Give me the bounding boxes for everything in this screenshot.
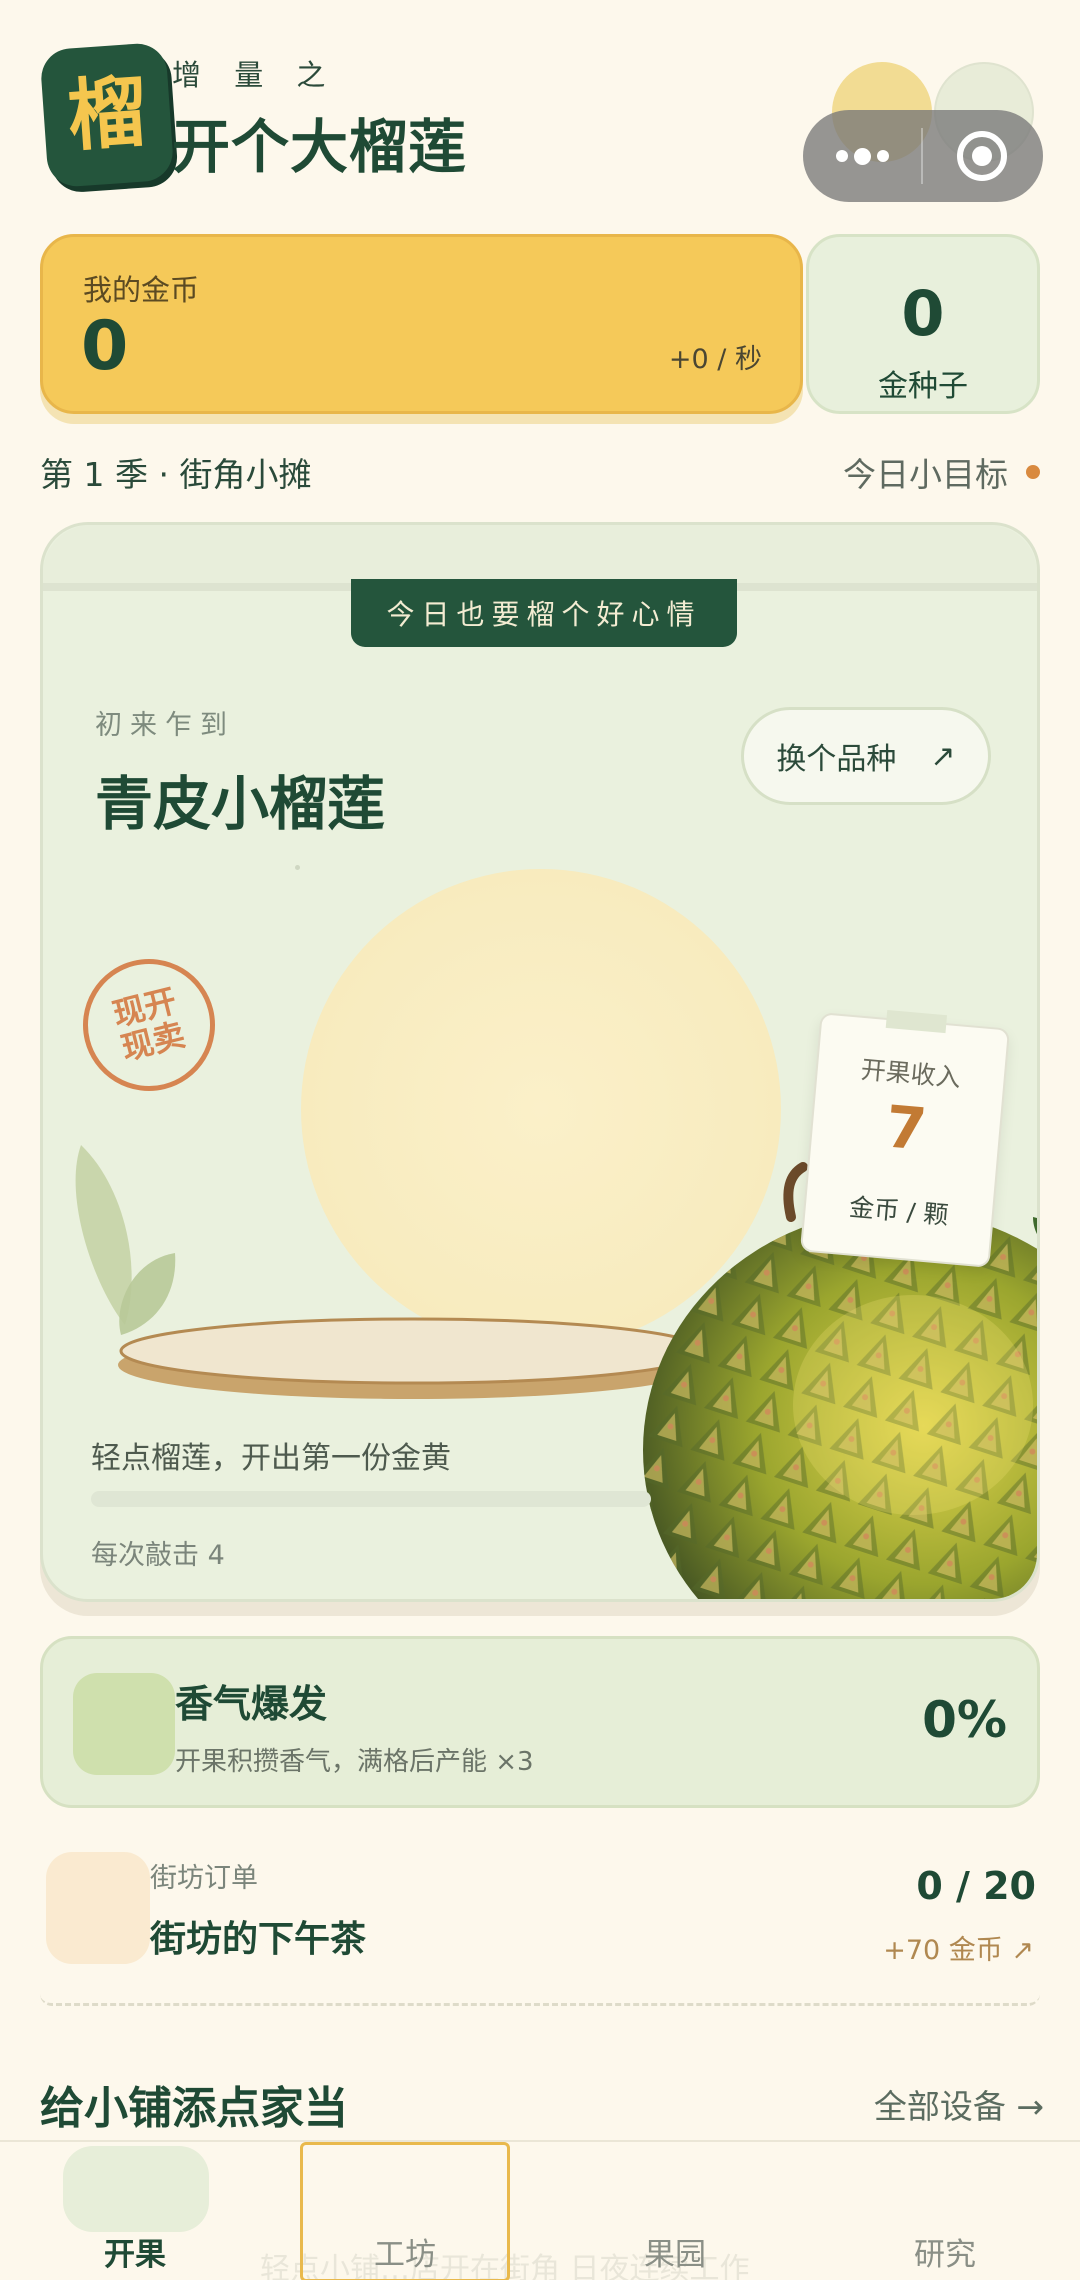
logo-character: 榴 — [64, 67, 150, 163]
fresh-stamp: 现开 现卖 — [68, 944, 230, 1106]
coin-card: 我的金币 0 +0 / 秒 — [40, 234, 803, 414]
price-tag: 开果收入 7 金币 / 颗 — [799, 1009, 1011, 1268]
target-icon — [957, 131, 1007, 181]
order-reward-link[interactable]: +70 金币 ↗ — [883, 1928, 1034, 1967]
app-logo: 榴 — [39, 41, 175, 189]
aroma-title: 香气爆发 — [175, 1682, 328, 1726]
aroma-percent: 0% — [922, 1691, 1007, 1749]
tab-orchard[interactable]: 果园 — [540, 2142, 810, 2280]
notification-dot-icon — [1026, 465, 1040, 479]
leaf-icon — [75, 1145, 176, 1335]
equipment-section-title: 给小铺添点家当 — [40, 2083, 348, 2134]
tab-label: 开果 — [104, 2237, 166, 2273]
tab-label: 工坊 — [374, 2237, 436, 2273]
daily-goal-link[interactable]: 今日小目标 — [843, 448, 1040, 496]
all-equipment-link[interactable]: 全部设备 → — [874, 2080, 1044, 2128]
divider — [40, 1994, 1040, 2006]
tab-workshop[interactable]: 工坊 — [270, 2142, 540, 2280]
order-progress: 0 / 20 — [916, 1864, 1036, 1908]
tab-bar: 轻点小铺…店开在街角 日夜连续工作 开果 工坊 果园 研究 — [0, 2140, 1080, 2280]
tab-active-indicator — [63, 2146, 209, 2232]
more-dots-icon — [876, 150, 889, 162]
mini-program-capsule — [803, 110, 1043, 202]
arrow-up-right-icon: ↗ — [930, 738, 956, 774]
gold-seed-card[interactable]: 0 金种子 — [806, 234, 1040, 414]
season-label: 第 1 季 · 街角小摊 — [40, 455, 312, 494]
daily-goal-label: 今日小目标 — [843, 455, 1008, 494]
app-title: 开个大榴莲 — [172, 113, 468, 181]
variety-name: 青皮小榴莲 — [95, 770, 386, 838]
aroma-burst-card[interactable]: 香气爆发 开果积攒香气，满格后产能 ×3 0% — [40, 1636, 1040, 1808]
per-tap-value: 每次敲击 4 — [91, 1540, 225, 1571]
more-menu-button[interactable] — [803, 110, 921, 202]
more-dots-icon — [835, 150, 848, 162]
mood-ribbon: 今日也要榴个好心情 — [351, 579, 737, 647]
tape-decoration — [885, 1009, 948, 1034]
more-dots-icon — [853, 147, 871, 165]
switch-variety-label: 换个品种 — [776, 742, 897, 777]
order-icon — [46, 1852, 150, 1964]
tab-research[interactable]: 研究 — [810, 2142, 1080, 2280]
decorative-dot — [295, 865, 300, 870]
price-value: 7 — [882, 1092, 930, 1164]
price-unit: 金币 / 颗 — [848, 1192, 950, 1231]
tier-label: 初来乍到 — [95, 710, 235, 741]
tab-open-fruit[interactable]: 开果 — [0, 2142, 270, 2280]
tap-hint: 轻点榴莲，开出第一份金黄 — [91, 1441, 451, 1476]
gold-seed-label: 金种子 — [878, 369, 968, 404]
aroma-icon — [73, 1673, 175, 1775]
order-title: 街坊的下午茶 — [150, 1919, 367, 1960]
tab-label: 研究 — [914, 2237, 976, 2273]
close-mini-program-button[interactable] — [923, 110, 1041, 202]
switch-variety-button[interactable]: 换个品种 ↗ — [741, 707, 991, 805]
gold-seed-value: 0 — [901, 277, 945, 350]
coin-rate: +0 / 秒 — [668, 344, 762, 375]
coin-label: 我的金币 — [83, 273, 200, 307]
open-progress-bar — [91, 1491, 651, 1507]
order-kicker: 街坊订单 — [150, 1863, 258, 1894]
tab-label: 果园 — [644, 2237, 706, 2273]
coin-value: 0 — [81, 307, 129, 386]
app-subtitle: 增 量 之 — [172, 58, 338, 92]
aroma-description: 开果积攒香气，满格后产能 ×3 — [175, 1747, 534, 1777]
